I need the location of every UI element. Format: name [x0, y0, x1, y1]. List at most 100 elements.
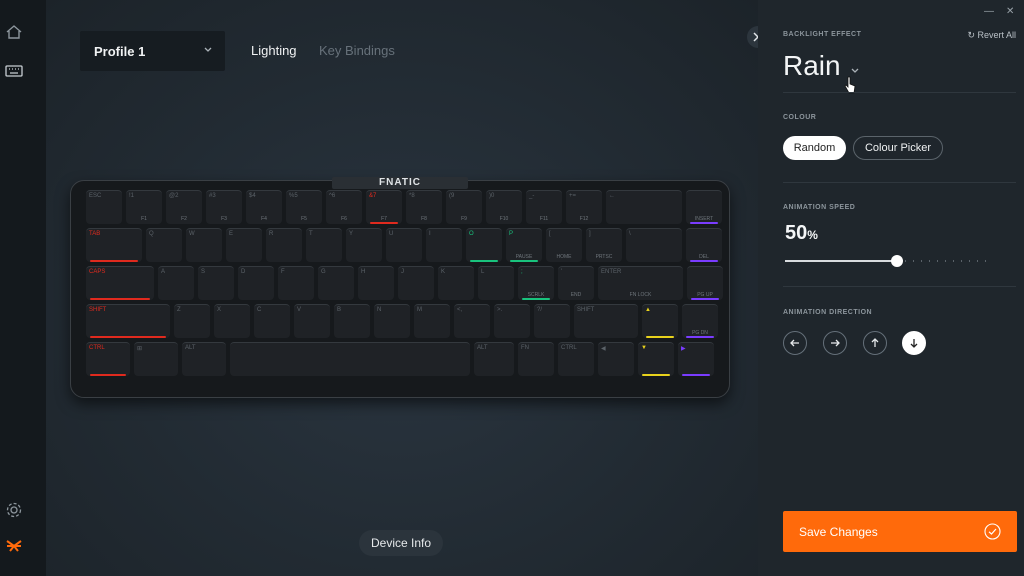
- key-legend: ▼: [641, 345, 647, 351]
- keyboard-key[interactable]: J: [398, 266, 434, 300]
- keyboard-key[interactable]: ▼: [638, 342, 674, 376]
- keyboard-key[interactable]: D: [238, 266, 274, 300]
- keyboard-key[interactable]: E: [226, 228, 262, 262]
- direction-down-button[interactable]: [902, 331, 926, 355]
- keyboard-key[interactable]: )0 F10: [486, 190, 522, 224]
- keyboard-key[interactable]: ALT: [474, 342, 514, 376]
- keyboard-key[interactable]: N: [374, 304, 410, 338]
- keyboard-key[interactable]: @2 F2: [166, 190, 202, 224]
- device-info-button[interactable]: Device Info: [359, 530, 443, 556]
- keyboard-key[interactable]: [HOME: [546, 228, 582, 262]
- tab-key-bindings[interactable]: Key Bindings: [319, 43, 395, 58]
- keyboard-key[interactable]: G: [318, 266, 354, 300]
- keyboard-key[interactable]: C: [254, 304, 290, 338]
- keyboard-key[interactable]: >.: [494, 304, 530, 338]
- tab-lighting[interactable]: Lighting: [251, 43, 297, 58]
- keyboard-key[interactable]: ; SCRLK: [518, 266, 554, 300]
- chevron-down-icon[interactable]: [850, 66, 860, 76]
- keyboard-key[interactable]: ALT: [182, 342, 226, 376]
- keyboard-key[interactable]: O: [466, 228, 502, 262]
- key-legend: #3: [209, 193, 216, 199]
- keyboard-key[interactable]: Y: [346, 228, 382, 262]
- direction-left-button[interactable]: [783, 331, 807, 355]
- direction-up-button[interactable]: [863, 331, 887, 355]
- keyboard-key[interactable]: ⊞: [134, 342, 178, 376]
- keyboard-key[interactable]: DEL: [686, 228, 722, 262]
- settings-icon[interactable]: [5, 501, 23, 519]
- key-legend: (9: [449, 193, 455, 199]
- keyboard-key[interactable]: ' END: [558, 266, 594, 300]
- keyboard-key[interactable]: ◀: [598, 342, 634, 376]
- key-legend: S: [201, 269, 206, 275]
- window-close-icon[interactable]: ✕: [1006, 6, 1014, 17]
- keyboard-key[interactable]: _- F11: [526, 190, 562, 224]
- key-legend: ▲: [645, 307, 651, 313]
- minimize-icon[interactable]: —: [984, 6, 994, 17]
- save-changes-button[interactable]: Save Changes: [783, 511, 1017, 552]
- keyboard-key[interactable]: Z: [174, 304, 210, 338]
- colour-picker-button[interactable]: Colour Picker: [853, 136, 943, 160]
- keyboard-key[interactable]: !1 F1: [126, 190, 162, 224]
- keyboard-key[interactable]: V: [294, 304, 330, 338]
- keyboard-key[interactable]: %5 F5: [286, 190, 322, 224]
- key-legend: ': [561, 269, 563, 275]
- keyboard-key[interactable]: S: [198, 266, 234, 300]
- keyboard-key[interactable]: PG DN: [682, 304, 718, 338]
- keyboard-key[interactable]: Q: [146, 228, 182, 262]
- keyboard-key[interactable]: SHIFT: [86, 304, 170, 338]
- keyboard-key[interactable]: CAPS: [86, 266, 154, 300]
- keyboard-key[interactable]: SHIFT: [574, 304, 638, 338]
- keyboard-key[interactable]: L: [478, 266, 514, 300]
- keyboard-icon[interactable]: [5, 62, 23, 80]
- keyboard-key[interactable]: ] PRTSC: [586, 228, 622, 262]
- key-legend: K: [441, 269, 446, 275]
- keyboard-key[interactable]: T: [306, 228, 342, 262]
- keyboard-key[interactable]: K: [438, 266, 474, 300]
- keyboard-key[interactable]: [230, 342, 470, 376]
- keyboard-key[interactable]: PG UP: [687, 266, 723, 300]
- keyboard-key[interactable]: #3 F3: [206, 190, 242, 224]
- keyboard-key[interactable]: *8 F8: [406, 190, 442, 224]
- keyboard-key[interactable]: ^6 F6: [326, 190, 362, 224]
- keyboard-key[interactable]: W: [186, 228, 222, 262]
- keyboard-key[interactable]: FN: [518, 342, 554, 376]
- device-view: Profile 1 Lighting Key Bindings FNATIC E…: [46, 0, 769, 576]
- fnatic-logo-icon[interactable]: [5, 537, 23, 555]
- direction-right-button[interactable]: [823, 331, 847, 355]
- keyboard-key[interactable]: R: [266, 228, 302, 262]
- keyboard-key[interactable]: P PAUSE: [506, 228, 542, 262]
- keyboard-key[interactable]: $4 F4: [246, 190, 282, 224]
- keyboard-key[interactable]: X: [214, 304, 250, 338]
- keyboard-key[interactable]: INSERT: [686, 190, 722, 224]
- keyboard-key[interactable]: &7 F7: [366, 190, 402, 224]
- keyboard-key[interactable]: ▲: [642, 304, 678, 338]
- effect-select[interactable]: Rain: [783, 50, 841, 82]
- keyboard-key[interactable]: A: [158, 266, 194, 300]
- keyboard-key[interactable]: <,: [454, 304, 490, 338]
- speed-slider[interactable]: [785, 255, 993, 267]
- keyboard-key[interactable]: (9 F9: [446, 190, 482, 224]
- key-legend: U: [389, 231, 394, 237]
- keyboard-key[interactable]: B: [334, 304, 370, 338]
- keyboard-key[interactable]: += F12: [566, 190, 602, 224]
- keyboard-key[interactable]: I: [426, 228, 462, 262]
- key-legend: ◀: [601, 346, 606, 352]
- keyboard-key[interactable]: ▶: [678, 342, 714, 376]
- keyboard-key[interactable]: ←: [606, 190, 682, 224]
- keyboard-key[interactable]: ?/: [534, 304, 570, 338]
- keyboard-key[interactable]: ESC: [86, 190, 122, 224]
- slider-thumb[interactable]: [891, 255, 903, 267]
- keyboard-key[interactable]: M: [414, 304, 450, 338]
- keyboard-key[interactable]: U: [386, 228, 422, 262]
- keyboard-key[interactable]: TAB: [86, 228, 142, 262]
- keyboard-key[interactable]: F: [278, 266, 314, 300]
- keyboard-key[interactable]: H: [358, 266, 394, 300]
- keyboard-key[interactable]: CTRL: [86, 342, 130, 376]
- keyboard-key[interactable]: ENTER FN LOCK: [598, 266, 683, 300]
- keyboard-key[interactable]: \: [626, 228, 682, 262]
- keyboard-key[interactable]: CTRL: [558, 342, 594, 376]
- revert-all-button[interactable]: ↻ Revert All: [967, 30, 1016, 41]
- colour-random-button[interactable]: Random: [783, 136, 846, 160]
- profile-dropdown[interactable]: Profile 1: [80, 31, 225, 71]
- home-icon[interactable]: [5, 23, 23, 41]
